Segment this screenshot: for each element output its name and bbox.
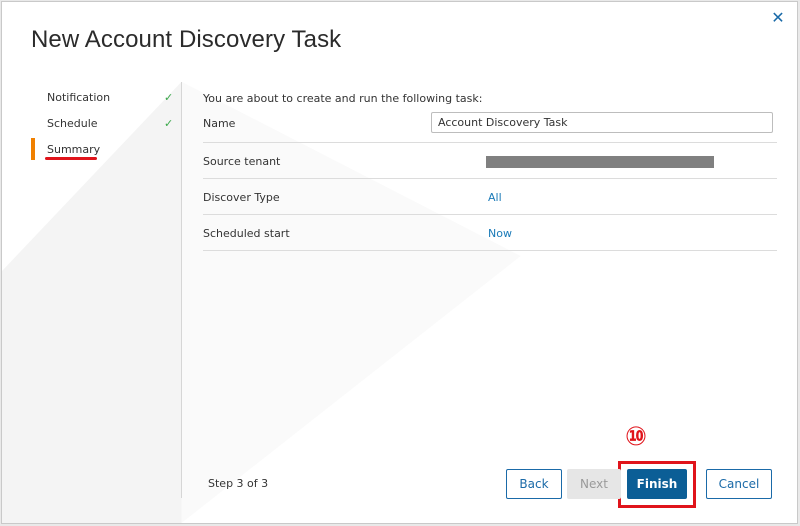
step-schedule[interactable]: Schedule ✓ bbox=[31, 110, 181, 136]
name-row: Name bbox=[203, 105, 777, 143]
discover-type-row: Discover Type All bbox=[203, 179, 777, 215]
finish-button[interactable]: Finish bbox=[627, 469, 687, 499]
summary-panel: You are about to create and run the foll… bbox=[203, 92, 777, 251]
source-tenant-row: Source tenant bbox=[203, 143, 777, 179]
step-notification[interactable]: Notification ✓ bbox=[31, 84, 181, 110]
check-icon: ✓ bbox=[164, 90, 174, 104]
name-label: Name bbox=[203, 117, 236, 130]
dialog-title: New Account Discovery Task bbox=[31, 26, 342, 53]
discover-type-label: Discover Type bbox=[203, 191, 280, 204]
discover-type-value: All bbox=[488, 191, 502, 204]
back-button[interactable]: Back bbox=[506, 469, 562, 499]
step-counter: Step 3 of 3 bbox=[208, 477, 269, 490]
step-label: Notification bbox=[47, 90, 111, 104]
scheduled-start-label: Scheduled start bbox=[203, 227, 290, 240]
scheduled-start-row: Scheduled start Now bbox=[203, 215, 777, 251]
scheduled-start-value: Now bbox=[488, 227, 512, 240]
close-icon[interactable]: ✕ bbox=[769, 8, 787, 27]
next-button[interactable]: Next bbox=[567, 469, 621, 499]
vertical-divider bbox=[181, 82, 182, 498]
name-field[interactable] bbox=[431, 112, 773, 133]
background-shape bbox=[2, 81, 521, 523]
check-icon: ✓ bbox=[164, 116, 174, 130]
redacted-value bbox=[486, 156, 714, 168]
step-label: Summary bbox=[47, 142, 101, 156]
annotation-underline bbox=[45, 157, 97, 160]
dialog: ✕ New Account Discovery Task Notificatio… bbox=[1, 1, 798, 524]
annotation-marker: ⑩ bbox=[624, 422, 647, 452]
source-tenant-label: Source tenant bbox=[203, 155, 281, 168]
step-list: Notification ✓ Schedule ✓ Summary bbox=[31, 84, 181, 162]
active-step-indicator bbox=[31, 138, 35, 160]
cancel-button[interactable]: Cancel bbox=[706, 469, 772, 499]
summary-intro: You are about to create and run the foll… bbox=[203, 92, 483, 105]
step-label: Schedule bbox=[47, 116, 98, 130]
